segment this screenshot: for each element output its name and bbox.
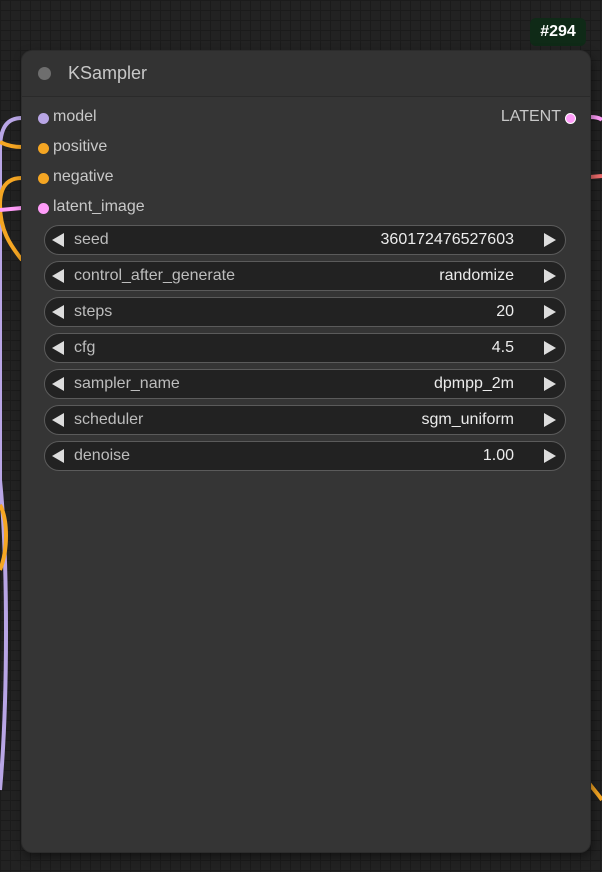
decrement-arrow-icon[interactable] bbox=[52, 449, 64, 463]
node-title: KSampler bbox=[68, 63, 148, 83]
decrement-arrow-icon[interactable] bbox=[52, 233, 64, 247]
model-wire bbox=[0, 116, 23, 791]
slot-dot-icon[interactable] bbox=[38, 113, 49, 124]
latent-image-wire bbox=[0, 206, 23, 212]
widget-name: control_after_generate bbox=[74, 267, 235, 284]
widget-name: denoise bbox=[74, 447, 131, 464]
slot-dot-icon[interactable] bbox=[38, 173, 49, 184]
widget-control-after-generate[interactable]: control_after_generate randomize bbox=[44, 261, 566, 291]
collapse-dot-icon[interactable] bbox=[38, 67, 51, 80]
latent-output-wire bbox=[589, 115, 602, 122]
slot-dot-icon[interactable] bbox=[565, 113, 576, 124]
increment-arrow-icon[interactable] bbox=[544, 269, 556, 283]
input-label: latent_image bbox=[53, 198, 145, 215]
input-label: negative bbox=[53, 168, 114, 185]
decrement-arrow-icon[interactable] bbox=[52, 269, 64, 283]
widget-value: 20 bbox=[496, 303, 514, 320]
slot-dot-icon[interactable] bbox=[38, 143, 49, 154]
widget-value: 360172476527603 bbox=[380, 231, 514, 248]
widget-value: 4.5 bbox=[491, 339, 514, 356]
widget-name: cfg bbox=[74, 339, 96, 356]
widget-name: sampler_name bbox=[74, 375, 180, 392]
widget-name: scheduler bbox=[74, 411, 144, 428]
increment-arrow-icon[interactable] bbox=[544, 305, 556, 319]
slot-dot-icon[interactable] bbox=[38, 203, 49, 214]
output-slot-latent[interactable]: LATENT bbox=[441, 108, 576, 128]
decrement-arrow-icon[interactable] bbox=[52, 413, 64, 427]
input-label: positive bbox=[53, 138, 108, 155]
positive-wire bbox=[0, 140, 23, 149]
decrement-arrow-icon[interactable] bbox=[52, 341, 64, 355]
widget-scheduler[interactable]: scheduler sgm_uniform bbox=[44, 405, 566, 435]
widget-value: dpmpp_2m bbox=[433, 375, 514, 392]
increment-arrow-icon[interactable] bbox=[544, 413, 556, 427]
widget-cfg[interactable]: cfg 4.5 bbox=[44, 333, 566, 363]
increment-arrow-icon[interactable] bbox=[544, 377, 556, 391]
widget-name: seed bbox=[74, 231, 109, 248]
red-wire bbox=[589, 174, 602, 179]
decrement-arrow-icon[interactable] bbox=[52, 305, 64, 319]
increment-arrow-icon[interactable] bbox=[544, 449, 556, 463]
node-id-badge: #294 bbox=[530, 18, 586, 46]
output-label: LATENT bbox=[500, 108, 561, 125]
node-header[interactable]: KSampler bbox=[22, 51, 590, 97]
widget-steps[interactable]: steps 20 bbox=[44, 297, 566, 327]
orange-wire-bottom-right bbox=[586, 780, 602, 802]
widget-sampler-name[interactable]: sampler_name dpmpp_2m bbox=[44, 369, 566, 399]
widget-seed[interactable]: seed 360172476527603 bbox=[44, 225, 566, 255]
widget-name: steps bbox=[74, 303, 113, 320]
decrement-arrow-icon[interactable] bbox=[52, 377, 64, 391]
widget-denoise[interactable]: denoise 1.00 bbox=[44, 441, 566, 471]
input-label: model bbox=[53, 108, 97, 125]
ksampler-node[interactable]: KSampler model positive negative latent_… bbox=[22, 51, 590, 852]
widget-value: sgm_uniform bbox=[421, 411, 514, 428]
widget-value: 1.00 bbox=[482, 447, 514, 464]
increment-arrow-icon[interactable] bbox=[544, 233, 556, 247]
increment-arrow-icon[interactable] bbox=[544, 341, 556, 355]
widget-value: randomize bbox=[439, 267, 514, 284]
negative-wire bbox=[0, 176, 24, 262]
